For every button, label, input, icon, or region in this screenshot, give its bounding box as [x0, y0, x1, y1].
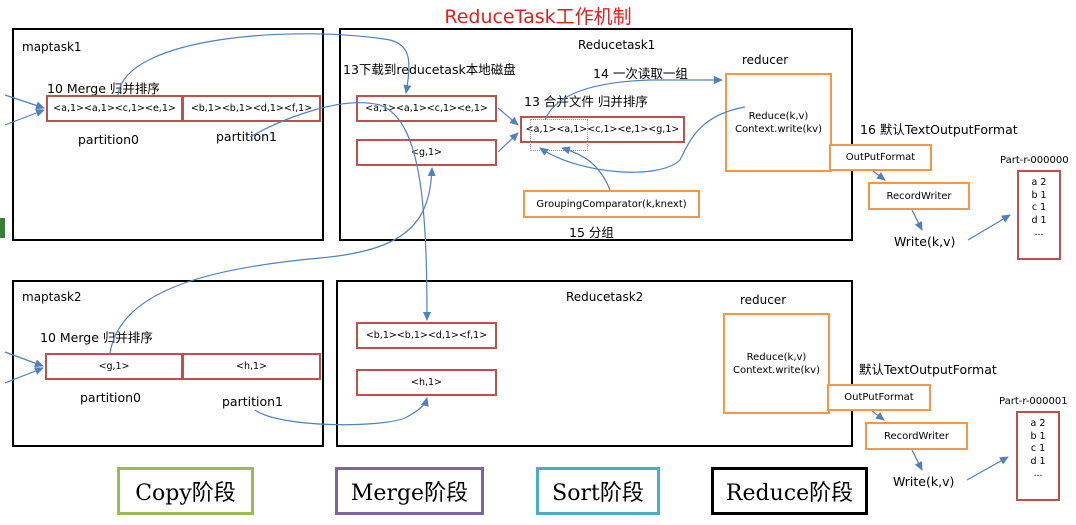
read-group-arrow	[544, 76, 723, 121]
write-to-file-1	[967, 214, 1011, 241]
recordwriter-to-write-2	[911, 449, 923, 471]
merge-arrow-2	[497, 132, 519, 153]
outformat-to-recordwriter-1	[872, 170, 886, 181]
maptask2-input-arrow-1	[4, 351, 44, 367]
write-to-file-2	[966, 456, 1009, 481]
merge-arrow-1	[497, 107, 519, 126]
outformat-to-recordwriter-2	[871, 410, 885, 421]
maptask1-input-arrow-1	[4, 94, 45, 110]
copy-arrow-m2p1	[254, 397, 429, 426]
copy-arrow-m1p1	[249, 102, 431, 321]
reducer-loop-arrow	[539, 106, 746, 173]
copy-arrow-m2p0	[109, 167, 436, 354]
maptask2-input-arrow-2	[4, 367, 44, 384]
connector-layer	[4, 33, 1011, 481]
copy-arrow-m1p0	[117, 33, 412, 96]
recordwriter-to-write-1	[911, 209, 923, 231]
maptask1-input-arrow-2	[4, 109, 45, 126]
grouping-arrow	[561, 146, 611, 191]
